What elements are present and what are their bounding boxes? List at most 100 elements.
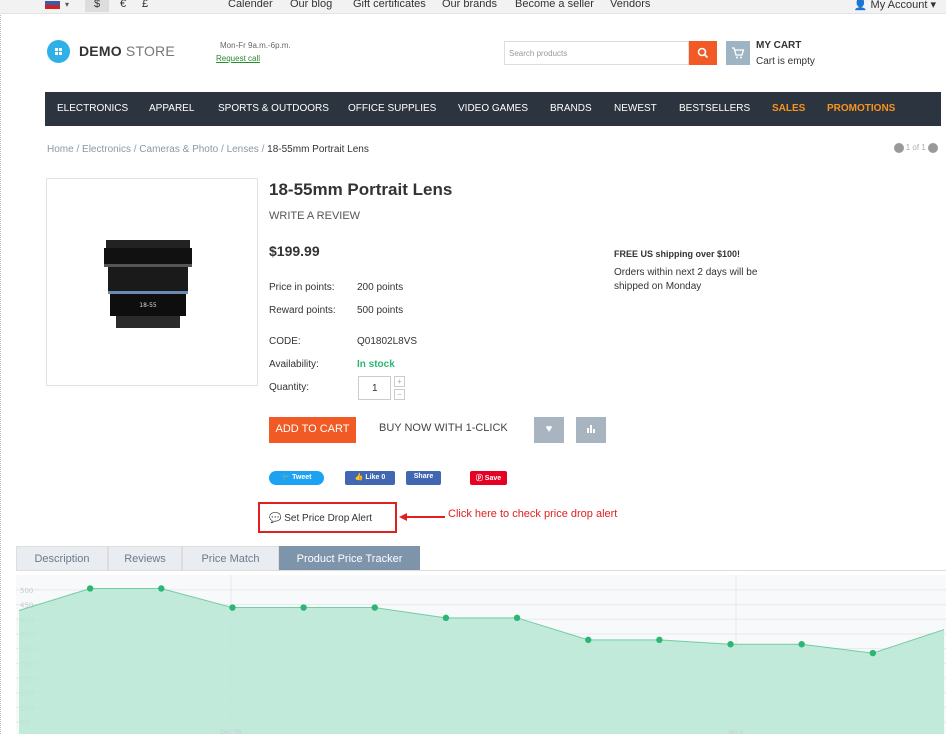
shipping-note: Orders within next 2 days will be shippe… <box>614 267 758 292</box>
add-to-cart-button[interactable]: ADD TO CART <box>269 417 356 443</box>
quantity-increment-button[interactable]: + <box>394 376 405 387</box>
pinterest-save-button[interactable]: ⓟ Save <box>470 471 507 485</box>
nav-bestsellers[interactable]: BESTSELLERS <box>679 103 750 114</box>
search-icon <box>697 47 709 59</box>
pager-text: 1 of 1 <box>905 143 926 153</box>
price-point <box>869 649 877 657</box>
buy-now-button[interactable]: BUY NOW WITH 1-CLICK <box>379 422 508 434</box>
link-brands[interactable]: Our brands <box>442 0 497 10</box>
comment-icon: 💬 <box>269 513 282 524</box>
quantity-input[interactable]: 1 <box>358 376 391 400</box>
breadcrumb-home[interactable]: Home <box>47 144 74 155</box>
price-tracker-chart: 50100150200250300350400450500Dec 05Jan 2 <box>16 575 946 734</box>
user-icon: 👤 <box>853 0 868 11</box>
price-point <box>442 614 450 622</box>
breadcrumb-lenses[interactable]: Lenses <box>227 144 259 155</box>
lens-label: 18-55 <box>139 302 157 309</box>
heart-icon: ♥ <box>545 423 553 435</box>
price-drop-alert-button[interactable]: 💬 Set Price Drop Alert <box>269 513 372 524</box>
code-value: Q01802L8VS <box>357 336 418 347</box>
breadcrumb-cameras[interactable]: Cameras & Photo <box>139 144 218 155</box>
search-input[interactable]: Search products <box>504 41 689 65</box>
cart-title[interactable]: MY CART <box>756 40 801 51</box>
nav-newest[interactable]: NEWEST <box>614 103 657 114</box>
price-point <box>371 604 378 611</box>
product-price: $199.99 <box>269 243 320 259</box>
nav-office-supplies[interactable]: OFFICE SUPPLIES <box>348 103 436 114</box>
compare-button[interactable] <box>576 417 606 443</box>
bar-chart-icon <box>587 425 595 433</box>
page-edge <box>0 0 2 734</box>
price-point <box>798 641 805 648</box>
tab-price-match[interactable]: Price Match <box>182 546 279 571</box>
breadcrumb: Home / Electronics / Cameras & Photo / L… <box>47 144 369 155</box>
top-bar: ▾ $ € £ Calender Our blog Gift certifica… <box>0 0 946 14</box>
price-points-label: Price in points: <box>269 282 335 293</box>
reward-points-label: Reward points: <box>269 305 336 316</box>
tweet-button[interactable]: 🐦 Tweet <box>269 471 324 485</box>
product-image[interactable]: 18-55 <box>46 178 258 386</box>
tab-description[interactable]: Description <box>16 546 108 571</box>
tab-product-price-tracker[interactable]: Product Price Tracker <box>279 546 420 571</box>
availability-label: Availability: <box>269 359 319 370</box>
link-blog[interactable]: Our blog <box>290 0 332 10</box>
account-menu[interactable]: 👤 My Account ▾ <box>854 0 936 11</box>
availability-value: In stock <box>357 359 395 370</box>
tab-reviews[interactable]: Reviews <box>108 546 182 571</box>
link-gift-certificates[interactable]: Gift certificates <box>353 0 426 10</box>
currency-usd[interactable]: $ <box>85 0 110 12</box>
price-points-value: 200 points <box>357 282 404 293</box>
chevron-down-icon: ▾ <box>930 0 936 11</box>
price-point <box>513 614 521 622</box>
nav-electronics[interactable]: ELECTRONICS <box>57 103 128 114</box>
chevron-down-icon[interactable]: ▾ <box>65 0 69 9</box>
nav-promotions[interactable]: PROMOTIONS <box>827 103 895 114</box>
price-point <box>656 636 663 644</box>
main-nav: ELECTRONICS APPAREL SPORTS & OUTDOORS OF… <box>45 92 941 126</box>
price-point <box>229 604 236 611</box>
nav-apparel[interactable]: APPAREL <box>149 103 194 114</box>
product-pager: 1 of 1 <box>893 143 938 153</box>
price-point <box>727 641 734 648</box>
nav-brands[interactable]: BRANDS <box>550 103 592 114</box>
request-call-link[interactable]: Request call <box>216 54 260 63</box>
currency-gbp[interactable]: £ <box>142 0 148 10</box>
price-point <box>300 604 307 611</box>
breadcrumb-current: 18-55mm Portrait Lens <box>267 144 369 155</box>
link-vendors[interactable]: Vendors <box>610 0 650 10</box>
tabs-divider <box>16 570 946 571</box>
x-tick-label: Jan 2 <box>728 729 744 734</box>
link-become-seller[interactable]: Become a seller <box>515 0 594 10</box>
thumbs-up-icon: 👍 <box>354 474 364 481</box>
price-drop-alert-label: Set Price Drop Alert <box>284 513 373 524</box>
wishlist-button[interactable]: ♥ <box>534 417 564 443</box>
quantity-decrement-button[interactable]: − <box>394 389 405 400</box>
annotation-arrow-icon <box>399 513 445 521</box>
camera-lens-image: 18-55 <box>104 240 192 328</box>
search-button[interactable] <box>689 41 717 65</box>
store-logo-text[interactable]: DEMO STORE <box>79 43 175 59</box>
us-flag-icon[interactable] <box>45 1 60 9</box>
currency-eur[interactable]: € <box>120 0 126 10</box>
y-tick-label: 500 <box>20 587 33 595</box>
breadcrumb-electronics[interactable]: Electronics <box>82 144 131 155</box>
next-arrow-icon[interactable] <box>928 143 938 153</box>
store-logo-icon[interactable] <box>47 40 70 63</box>
shipping-title: FREE US shipping over $100! <box>614 249 741 259</box>
facebook-like-button[interactable]: 👍 Like 0 <box>345 471 395 485</box>
cart-icon <box>732 47 745 59</box>
facebook-share-button[interactable]: Share <box>406 471 441 485</box>
cart-button[interactable] <box>726 41 750 65</box>
nav-sales[interactable]: SALES <box>772 103 805 114</box>
nav-sports-outdoors[interactable]: SPORTS & OUTDOORS <box>218 103 329 114</box>
prev-arrow-icon[interactable] <box>893 143 904 153</box>
x-tick-label: Dec 05 <box>220 729 241 734</box>
twitter-icon: 🐦 <box>281 474 291 481</box>
product-title: 18-55mm Portrait Lens <box>269 180 453 199</box>
link-calender[interactable]: Calender <box>228 0 273 10</box>
write-review-link[interactable]: WRITE A REVIEW <box>269 210 360 222</box>
annotation-text: Click here to check price drop alert <box>448 508 618 520</box>
account-label: My Account <box>870 0 928 11</box>
code-label: CODE: <box>269 336 301 347</box>
nav-video-games[interactable]: VIDEO GAMES <box>458 103 528 114</box>
